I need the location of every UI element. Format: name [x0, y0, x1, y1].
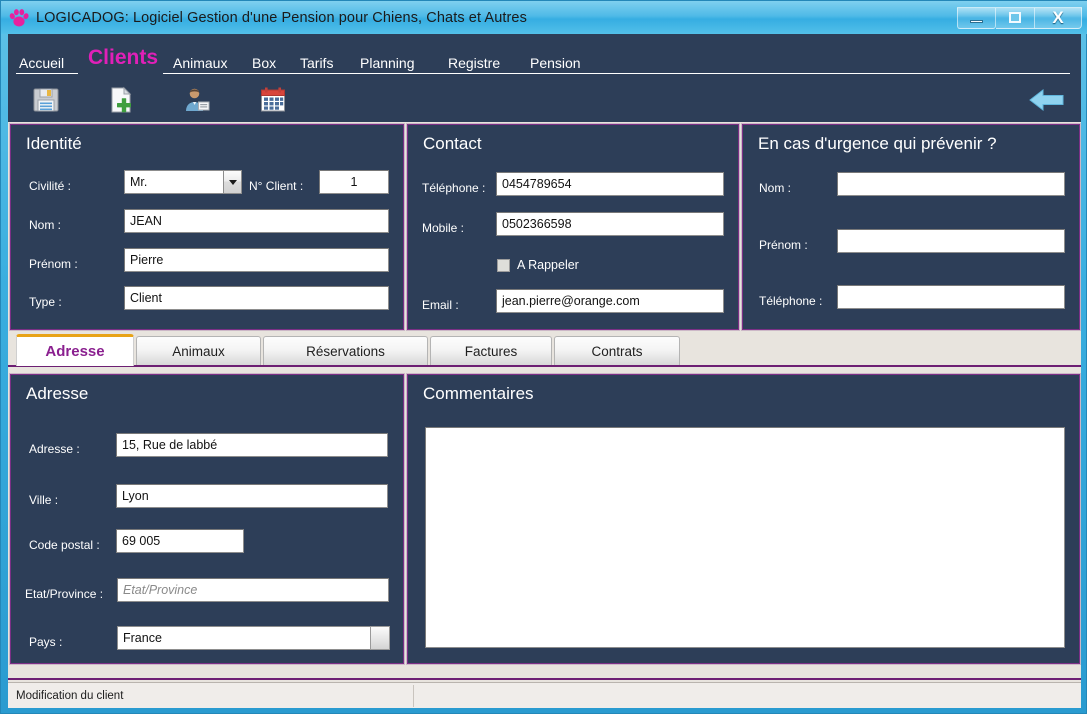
- commentaires-panel: Commentaires: [407, 374, 1080, 664]
- application-window: LOGICADOG: Logiciel Gestion d'une Pensio…: [0, 0, 1087, 714]
- chevron-down-icon[interactable]: [223, 170, 242, 194]
- adresse-field[interactable]: 15, Rue de labbé: [116, 433, 388, 457]
- toolbar: [8, 77, 1081, 122]
- back-button[interactable]: [1026, 83, 1068, 117]
- ville-label: Ville :: [29, 493, 59, 507]
- checkbox-icon[interactable]: [497, 258, 510, 272]
- prenom-field[interactable]: Pierre: [124, 248, 389, 272]
- content-area: Identité Civilité : Mr. N° Client : 1 No…: [8, 122, 1081, 682]
- calendar-button[interactable]: [256, 83, 290, 117]
- identite-title: Identité: [26, 134, 82, 153]
- mobile-label: Mobile :: [422, 221, 465, 235]
- a-rappeler-label: A Rappeler: [517, 258, 579, 272]
- minimize-icon: [970, 19, 983, 23]
- a-rappeler-checkbox[interactable]: A Rappeler: [497, 258, 579, 272]
- window-title: LOGICADOG: Logiciel Gestion d'une Pensio…: [36, 9, 527, 26]
- status-bar: Modification du client: [8, 682, 1081, 708]
- urgence-telephone-label: Téléphone :: [759, 294, 823, 308]
- close-button[interactable]: X: [1035, 6, 1082, 29]
- tab-reservations[interactable]: Réservations: [263, 336, 428, 366]
- nav-item-registre[interactable]: Registre: [448, 55, 500, 71]
- mobile-field[interactable]: 0502366598: [496, 212, 724, 236]
- maximize-button[interactable]: [996, 6, 1035, 29]
- contact-panel: Contact Téléphone : 0454789654 Mobile : …: [407, 124, 739, 330]
- calendar-icon: [261, 87, 285, 112]
- email-field[interactable]: jean.pierre@orange.com: [496, 289, 724, 313]
- save-button[interactable]: [29, 83, 63, 117]
- nav-item-animaux[interactable]: Animaux: [173, 55, 227, 71]
- tab-bar: Adresse Animaux Réservations Factures Co…: [8, 334, 1081, 366]
- main-navigation: Accueil Clients Animaux Box Tarifs Plann…: [8, 34, 1081, 77]
- urgence-prenom-label: Prénom :: [759, 238, 808, 252]
- back-arrow-icon: [1029, 88, 1064, 112]
- user-card-icon: [186, 88, 210, 111]
- nav-item-clients[interactable]: Clients: [88, 46, 158, 70]
- tab-adresse[interactable]: Adresse: [16, 334, 134, 366]
- email-label: Email :: [422, 298, 459, 312]
- adresse-title: Adresse: [26, 384, 89, 403]
- pays-combobox[interactable]: France: [117, 626, 390, 650]
- save-floppy-icon: [33, 88, 59, 112]
- commentaires-title: Commentaires: [423, 384, 534, 403]
- status-top-divider: [8, 678, 1081, 680]
- pays-value[interactable]: France: [117, 626, 370, 650]
- nav-item-pension[interactable]: Pension: [530, 55, 581, 71]
- code-postal-field[interactable]: 69 005: [116, 529, 244, 553]
- nom-label: Nom :: [29, 218, 62, 232]
- type-label: Type :: [29, 295, 62, 309]
- minimize-button[interactable]: [957, 6, 996, 29]
- ville-field[interactable]: Lyon: [116, 484, 388, 508]
- window-controls: X: [957, 6, 1082, 29]
- code-postal-label: Code postal :: [29, 538, 100, 552]
- civilite-label: Civilité :: [29, 179, 72, 193]
- civilite-value[interactable]: Mr.: [124, 170, 223, 194]
- urgence-telephone-field[interactable]: [837, 285, 1065, 309]
- status-separator: [413, 685, 414, 707]
- urgence-title: En cas d'urgence qui prévenir ?: [758, 134, 997, 153]
- paw-icon: [8, 7, 30, 29]
- adresse-label: Adresse :: [29, 442, 80, 456]
- new-record-button[interactable]: [104, 83, 138, 117]
- urgence-prenom-field[interactable]: [837, 229, 1065, 253]
- type-field[interactable]: Client: [124, 286, 389, 310]
- tab-contrats[interactable]: Contrats: [554, 336, 680, 366]
- etat-province-label: Etat/Province :: [25, 587, 104, 601]
- nav-item-accueil[interactable]: Accueil: [19, 55, 64, 71]
- title-bar: LOGICADOG: Logiciel Gestion d'une Pensio…: [1, 1, 1087, 34]
- num-client-field[interactable]: 1: [319, 170, 389, 194]
- tab-bottom-divider: [8, 365, 1081, 367]
- prenom-label: Prénom :: [29, 257, 78, 271]
- maximize-icon: [1009, 12, 1021, 23]
- nav-underline-right: [163, 73, 1070, 74]
- tab-animaux[interactable]: Animaux: [136, 336, 261, 366]
- civilite-combobox[interactable]: Mr.: [124, 170, 242, 194]
- urgence-nom-field[interactable]: [837, 172, 1065, 196]
- telephone-field[interactable]: 0454789654: [496, 172, 724, 196]
- pays-label: Pays :: [29, 635, 63, 649]
- pays-dropdown-button[interactable]: [370, 626, 390, 650]
- urgence-panel: En cas d'urgence qui prévenir ? Nom : Pr…: [742, 124, 1080, 330]
- commentaires-textarea[interactable]: [425, 427, 1065, 648]
- nom-field[interactable]: JEAN: [124, 209, 389, 233]
- identite-panel: Identité Civilité : Mr. N° Client : 1 No…: [10, 124, 404, 330]
- tab-factures[interactable]: Factures: [430, 336, 552, 366]
- new-document-icon: [111, 86, 132, 113]
- nav-underline-left: [16, 73, 78, 74]
- nav-item-box[interactable]: Box: [252, 55, 276, 71]
- status-message: Modification du client: [16, 689, 124, 702]
- nav-item-tarifs[interactable]: Tarifs: [300, 55, 333, 71]
- close-icon: X: [1052, 8, 1064, 27]
- telephone-label: Téléphone :: [422, 181, 486, 195]
- contact-title: Contact: [423, 134, 482, 153]
- adresse-panel: Adresse Adresse : 15, Rue de labbé Ville…: [10, 374, 404, 664]
- etat-province-field[interactable]: Etat/Province: [117, 578, 389, 602]
- num-client-label: N° Client :: [249, 179, 304, 193]
- urgence-nom-label: Nom :: [759, 181, 792, 195]
- client-card-button[interactable]: [180, 83, 214, 117]
- nav-item-planning[interactable]: Planning: [360, 55, 415, 71]
